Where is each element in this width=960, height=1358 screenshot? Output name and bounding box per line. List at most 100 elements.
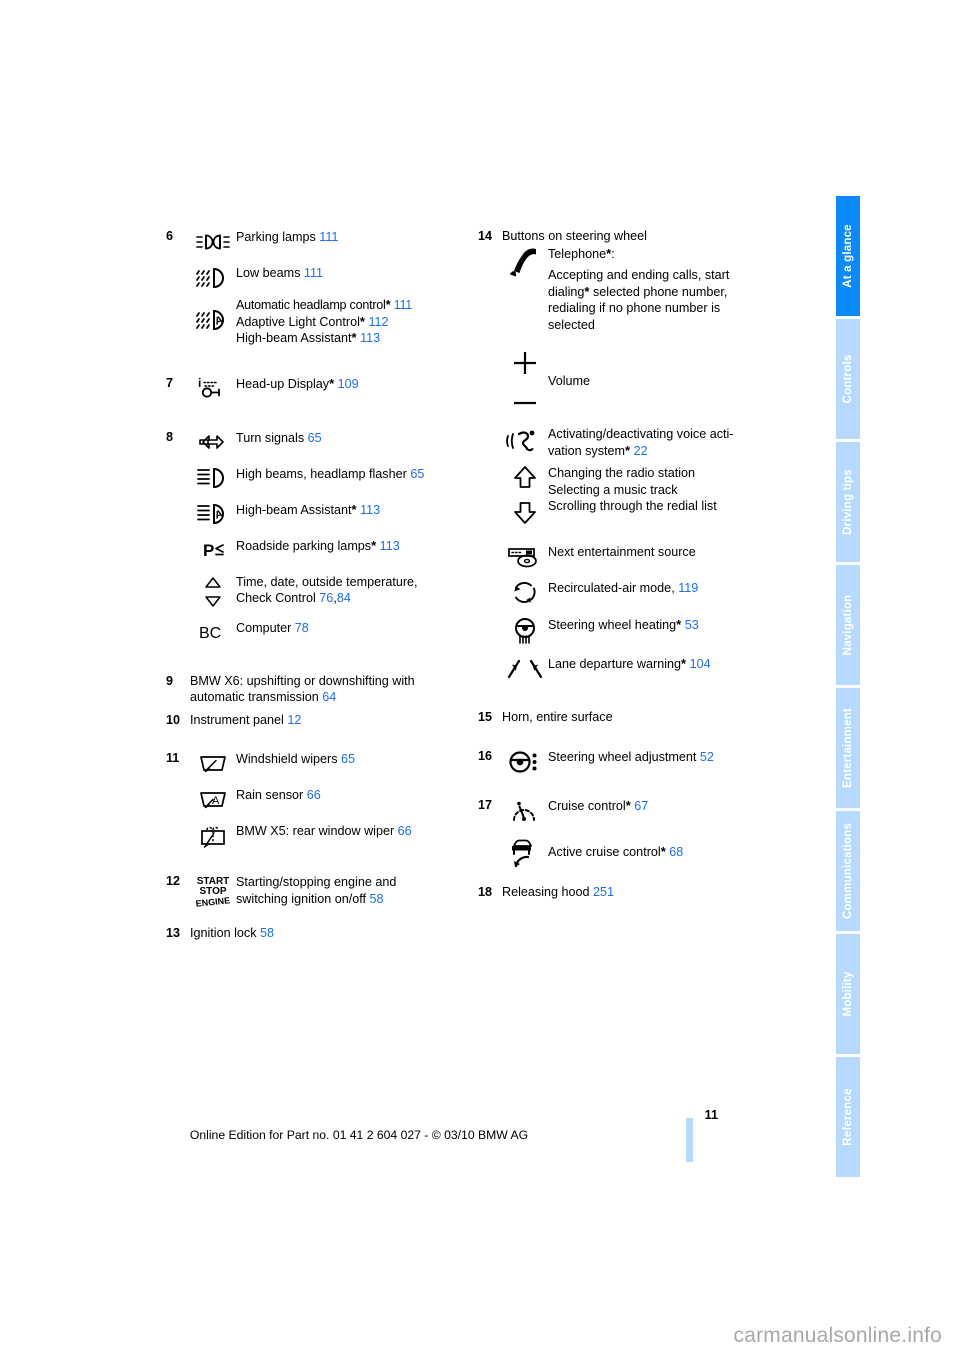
tab-label: Mobility bbox=[842, 971, 854, 1017]
row-steering-wheel-adjustment: Steering wheel adjustment 52 bbox=[502, 748, 778, 775]
page-ref[interactable]: 111 bbox=[394, 298, 413, 312]
high-beams-flasher-icon bbox=[190, 465, 236, 491]
telephone-line-2: dialing* selected phone number, bbox=[548, 284, 778, 301]
page-ref[interactable]: 64 bbox=[322, 690, 336, 704]
entry-number: 8 bbox=[166, 429, 174, 444]
row-text: Lane departure warning* 104 bbox=[548, 655, 778, 673]
entry-14: 14 Buttons on steering wheel bbox=[478, 228, 778, 245]
section-tab-rail: At a glance Controls Driving tips Naviga… bbox=[836, 196, 860, 1180]
page-ref[interactable]: 111 bbox=[319, 230, 338, 244]
page-ref[interactable]: 53 bbox=[685, 618, 699, 632]
page-ref[interactable]: 58 bbox=[260, 926, 274, 940]
tab-label: Controls bbox=[842, 354, 854, 404]
cruise-control-icon bbox=[502, 797, 548, 826]
recirculated-air-icon bbox=[502, 579, 548, 606]
footer-accent-bar bbox=[686, 1118, 693, 1162]
manual-page: At a glance Controls Driving tips Naviga… bbox=[0, 0, 960, 1358]
tab-driving-tips[interactable]: Driving tips bbox=[836, 442, 860, 562]
page-ref[interactable]: 109 bbox=[338, 377, 359, 391]
entry-number: 13 bbox=[166, 926, 181, 940]
page-ref[interactable]: 104 bbox=[690, 657, 711, 671]
option-star: * bbox=[329, 375, 335, 391]
page-ref[interactable]: 113 bbox=[360, 503, 380, 517]
row-text: Steering wheel heating* 53 bbox=[548, 616, 778, 634]
option-star: * bbox=[359, 313, 365, 329]
row-rain-sensor: A Rain sensor 66 bbox=[190, 786, 466, 812]
row-label: Automatic headlamp control bbox=[236, 298, 386, 312]
row-label: Active cruise control bbox=[548, 844, 661, 859]
row-text: Starting/stopping engine and switching i… bbox=[236, 873, 466, 907]
tab-entertainment[interactable]: Entertainment bbox=[836, 688, 860, 808]
svg-text:A: A bbox=[212, 795, 220, 807]
volume-text: Volume bbox=[548, 374, 591, 388]
row-low-beams: Low beams 111 bbox=[190, 264, 466, 290]
row-label: Check Control bbox=[236, 591, 316, 605]
tab-label: Reference bbox=[842, 1088, 854, 1146]
page-ref[interactable]: 67 bbox=[634, 799, 648, 813]
entry-number: 11 bbox=[166, 751, 180, 765]
page-ref[interactable]: 119 bbox=[678, 581, 698, 595]
high-beam-assistant-icon: A bbox=[190, 501, 236, 527]
option-star: * bbox=[625, 797, 631, 813]
entry-6: 6 Parking lamps 111 Low beams 111 A Auto… bbox=[166, 228, 466, 347]
windshield-wipers-icon bbox=[190, 750, 236, 776]
page-ref[interactable]: 111 bbox=[304, 266, 323, 280]
tab-reference[interactable]: Reference bbox=[836, 1057, 860, 1177]
row-start-stop: START STOP ENGINE Starting/stopping engi… bbox=[190, 873, 466, 909]
svg-text:P: P bbox=[203, 541, 214, 560]
up-down-triangles-icon bbox=[190, 573, 236, 609]
page-ref[interactable]: 12 bbox=[287, 713, 301, 727]
row-label: Steering wheel heating bbox=[548, 618, 677, 632]
page-ref[interactable]: 58 bbox=[369, 892, 383, 906]
telephone-line-4: selected bbox=[548, 317, 595, 332]
entry-13-text: Ignition lock 58 bbox=[190, 925, 466, 942]
entertainment-source-icon bbox=[502, 543, 548, 569]
page-ref[interactable]: 68 bbox=[669, 845, 683, 859]
page-ref[interactable]: 22 bbox=[634, 444, 648, 458]
page-ref[interactable]: 84 bbox=[337, 591, 351, 605]
tab-label: Entertainment bbox=[842, 708, 854, 788]
tab-communications[interactable]: Communications bbox=[836, 811, 860, 931]
row-rear-window-wiper: BMW X5: rear window wiper 66 bbox=[190, 822, 466, 851]
arrows-line3: Scrolling through the redial list bbox=[548, 499, 717, 513]
page-ref[interactable]: 66 bbox=[307, 788, 321, 802]
telephone-heading: Telephone*: bbox=[548, 246, 778, 263]
row-label: Telephone bbox=[548, 246, 607, 261]
row-label: Steering wheel adjustment bbox=[548, 749, 697, 764]
page-ref[interactable]: 65 bbox=[410, 467, 424, 481]
row-label: Lane departure warning bbox=[548, 657, 682, 671]
page-ref[interactable]: 65 bbox=[308, 431, 322, 445]
row-steering-wheel-heating: Steering wheel heating* 53 bbox=[502, 616, 778, 645]
arrow-updown-icons bbox=[502, 465, 548, 527]
tab-mobility[interactable]: Mobility bbox=[836, 934, 860, 1054]
entry-9-line1: BMW X6: upshifting or downshifting with bbox=[190, 673, 415, 688]
page-ref[interactable]: 52 bbox=[700, 750, 714, 764]
page-ref[interactable]: 113 bbox=[360, 331, 380, 345]
row-telephone: Telephone*: Accepting and ending calls, … bbox=[502, 245, 778, 334]
tab-at-a-glance[interactable]: At a glance bbox=[836, 196, 860, 316]
entry-12: 12 START STOP ENGINE Starting/stopping e… bbox=[166, 873, 466, 909]
page-ref[interactable]: 66 bbox=[398, 824, 412, 838]
page-ref[interactable]: 251 bbox=[593, 885, 614, 899]
row-turn-signals: Turn signals 65 bbox=[190, 429, 466, 455]
row-label: High-beam Assistant bbox=[236, 502, 352, 517]
dialing-pre: dialing bbox=[548, 284, 585, 299]
page-ref[interactable]: 113 bbox=[380, 539, 400, 553]
telephone-text: Telephone*: Accepting and ending calls, … bbox=[548, 245, 778, 334]
page-ref[interactable]: 65 bbox=[341, 752, 355, 766]
tab-navigation[interactable]: Navigation bbox=[836, 565, 860, 685]
parking-lamps-icon bbox=[190, 228, 236, 254]
svg-text:BC: BC bbox=[199, 625, 221, 642]
steering-wheel-adjustment-icon bbox=[502, 748, 548, 775]
lane-departure-warning-icon bbox=[502, 655, 548, 681]
tab-controls[interactable]: Controls bbox=[836, 319, 860, 439]
page-ref[interactable]: 78 bbox=[295, 621, 309, 635]
entry-number: 18 bbox=[478, 884, 493, 899]
page-ref[interactable]: 76 bbox=[319, 591, 333, 605]
entry-9-text: BMW X6: upshifting or downshifting with … bbox=[190, 673, 466, 706]
entry-11: 11 Windshield wipers 65 A Rain sensor 66… bbox=[166, 750, 466, 851]
entry-number: 7 bbox=[166, 375, 174, 390]
option-star: * bbox=[681, 656, 687, 671]
page-ref[interactable]: 112 bbox=[368, 315, 388, 329]
svg-text:ENGINE: ENGINE bbox=[195, 895, 230, 909]
